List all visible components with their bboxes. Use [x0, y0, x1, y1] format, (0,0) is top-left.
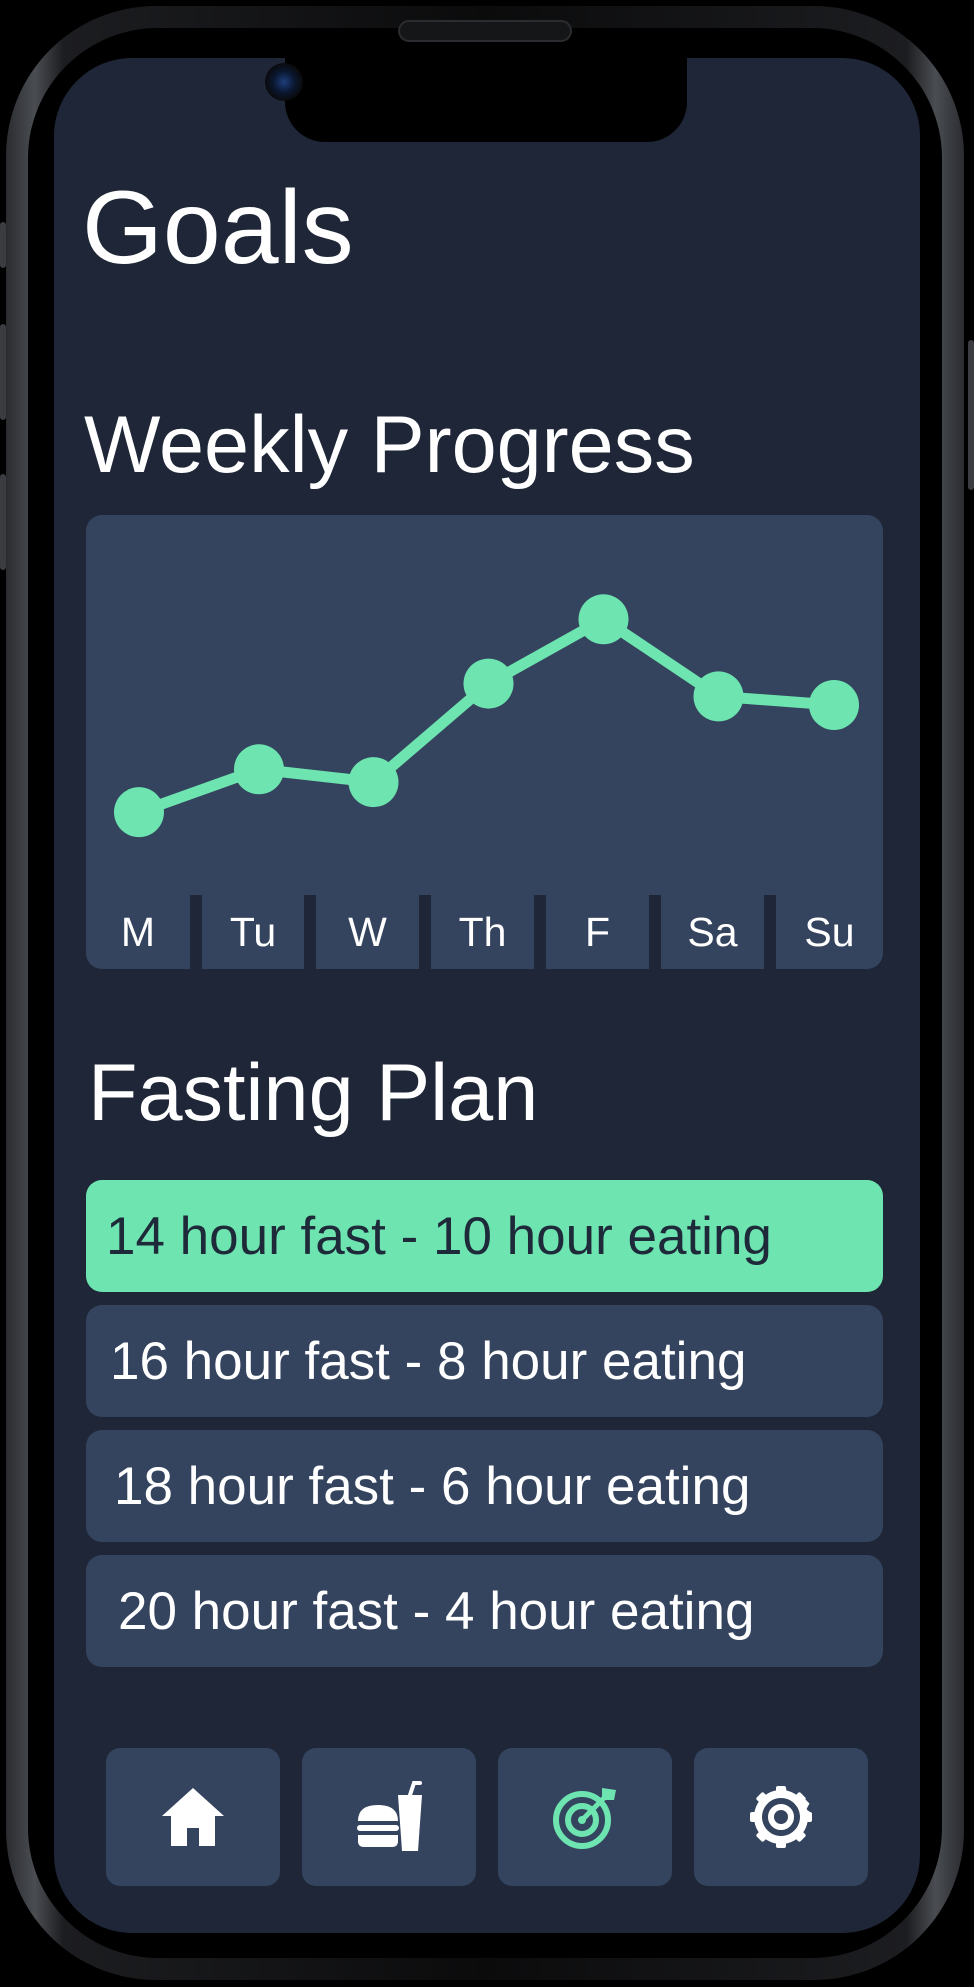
day-label-th: Th [458, 908, 507, 955]
day-divider [419, 895, 431, 969]
side-button-power [968, 340, 974, 490]
day-label-cell: Su [776, 895, 883, 969]
tab-goals[interactable] [498, 1748, 672, 1886]
day-divider [534, 895, 546, 969]
day-label-cell: F [546, 895, 649, 969]
day-label-m: M [120, 908, 156, 955]
day-label-su: Su [804, 908, 855, 955]
data-point-f [578, 594, 629, 645]
day-label-f: F [584, 908, 611, 955]
data-point-w [348, 757, 399, 808]
day-divider [304, 895, 316, 969]
fasting-option-18-6[interactable]: 18 hour fast - 6 hour eating [86, 1430, 883, 1542]
data-point-sa [693, 671, 744, 722]
weekly-progress-chart: M Tu W Th F Sa Su [86, 515, 883, 969]
day-label-cell: Sa [661, 895, 764, 969]
tab-home[interactable] [106, 1748, 280, 1886]
fasting-option-label: 20 hour fast - 4 hour eating [118, 1581, 755, 1641]
day-label-cell: W [316, 895, 419, 969]
gear-icon [750, 1786, 812, 1848]
fasting-option-20-4[interactable]: 20 hour fast - 4 hour eating [86, 1555, 883, 1667]
fasting-option-label: 16 hour fast - 8 hour eating [110, 1331, 747, 1391]
data-point-su [809, 680, 859, 730]
fasting-option-14-10[interactable]: 14 hour fast - 10 hour eating [86, 1180, 883, 1292]
home-icon [162, 1788, 224, 1846]
earpiece-speaker [398, 20, 572, 42]
day-divider [764, 895, 776, 969]
tab-settings[interactable] [694, 1748, 868, 1886]
notch [285, 58, 687, 142]
fasting-option-label: 18 hour fast - 6 hour eating [114, 1456, 751, 1516]
side-button-volume-up [0, 324, 6, 420]
target-icon [553, 1788, 616, 1849]
day-label-cell: Th [431, 895, 534, 969]
day-label-tu: Tu [229, 908, 277, 955]
day-label-w: W [348, 908, 387, 955]
fasting-option-16-8[interactable]: 16 hour fast - 8 hour eating [86, 1305, 883, 1417]
fasting-option-label: 14 hour fast - 10 hour eating [106, 1206, 772, 1266]
fasting-plan-title: Fasting Plan [88, 1048, 539, 1138]
page-title: Goals [82, 170, 354, 286]
side-button-volume-down [0, 474, 6, 570]
day-label-cell: Tu [202, 895, 304, 969]
front-camera [265, 63, 303, 101]
food-icon [357, 1781, 422, 1851]
tab-meals[interactable] [302, 1748, 476, 1886]
day-divider [649, 895, 661, 969]
app-screen: Goals Weekly Progress M Tu W Th F Sa Su … [54, 58, 920, 1933]
day-label-cell: M [86, 895, 190, 969]
data-point-m [114, 787, 164, 838]
data-point-th [463, 658, 514, 709]
weekly-progress-title: Weekly Progress [84, 400, 695, 490]
day-divider [190, 895, 202, 969]
day-label-sa: Sa [687, 908, 738, 955]
side-button-mute [0, 222, 6, 268]
data-point-tu [234, 744, 284, 795]
